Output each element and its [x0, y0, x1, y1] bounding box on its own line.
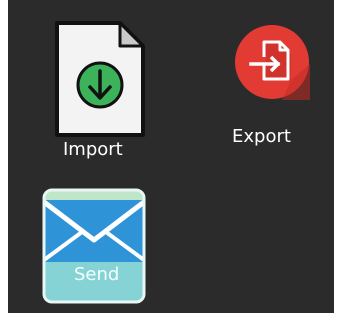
export-icon	[235, 25, 310, 100]
desktop-panel: Import Export Send	[8, 0, 334, 313]
import-shortcut[interactable]: Import	[50, 18, 150, 164]
export-shortcut[interactable]: Export	[232, 20, 322, 160]
import-label: Import	[63, 139, 123, 160]
send-mail-icon	[42, 188, 146, 304]
export-label: Export	[232, 126, 291, 147]
send-shortcut[interactable]: Send	[42, 188, 146, 304]
send-label: Send	[74, 264, 120, 285]
import-document-icon	[55, 21, 145, 137]
